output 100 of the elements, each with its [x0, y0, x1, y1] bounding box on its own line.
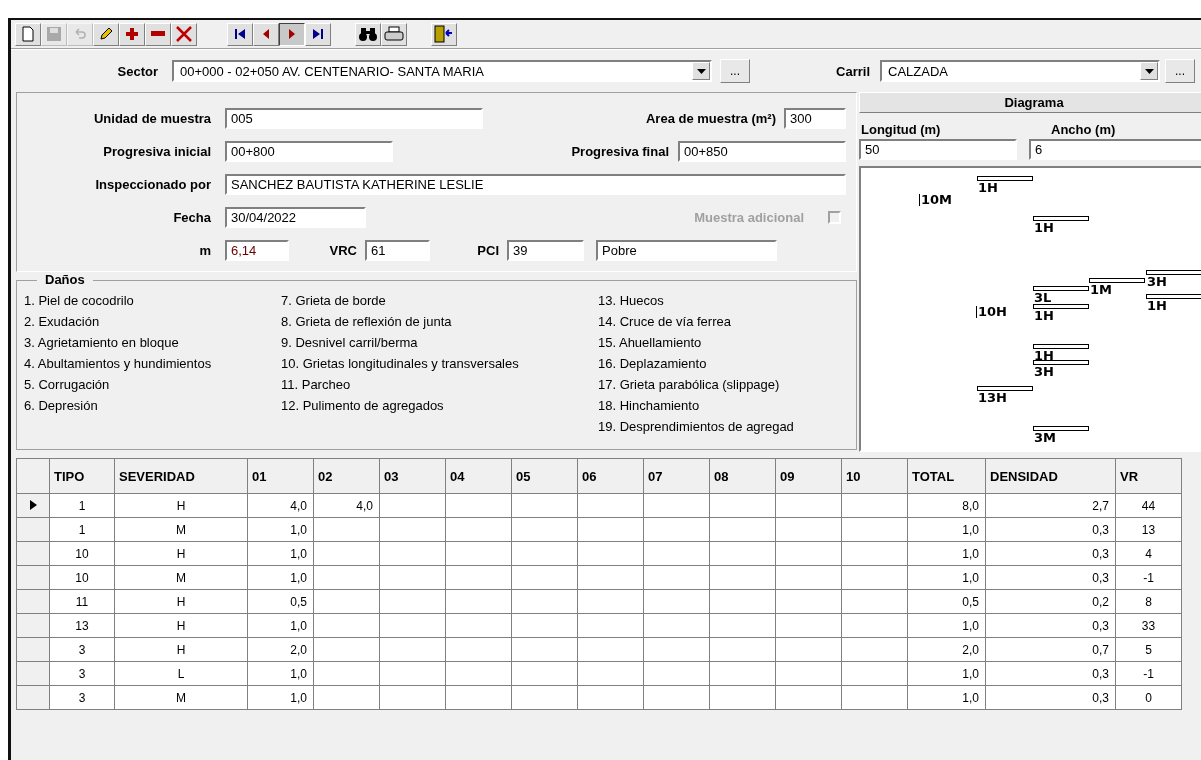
table-cell: [445, 613, 512, 638]
field-label: Area de muestra (m²): [644, 111, 776, 126]
input-field[interactable]: 50: [859, 139, 1017, 160]
carril-more-button[interactable]: ...: [1165, 59, 1195, 83]
input-field[interactable]: SANCHEZ BAUTISTA KATHERINE LESLIE: [225, 174, 846, 195]
first-button[interactable]: [227, 22, 253, 46]
table-cell: 11: [49, 589, 115, 614]
input-field[interactable]: 00+800: [225, 141, 393, 162]
column-header: VR: [1115, 458, 1182, 494]
dropdown-caret-icon: [1144, 68, 1154, 74]
table-cell: [379, 517, 446, 542]
table-cell: [577, 541, 644, 566]
table-cell: [709, 541, 776, 566]
condition-field[interactable]: Pobre: [596, 240, 777, 261]
dropdown-button[interactable]: [692, 62, 710, 80]
table-cell: [643, 637, 710, 662]
table-cell: 13: [1115, 517, 1182, 542]
table-cell: [841, 493, 908, 518]
table-cell: M: [114, 517, 248, 542]
table-cell: [775, 493, 842, 518]
damage-item: 18. Hinchamiento: [598, 397, 701, 415]
table-cell: [775, 637, 842, 662]
table-cell: 0,5: [907, 589, 986, 614]
undo-icon: [72, 26, 88, 42]
input-field[interactable]: 6: [1029, 139, 1201, 160]
exit-button[interactable]: [431, 22, 457, 46]
input-field[interactable]: 005: [225, 108, 483, 129]
table-cell: 4,0: [313, 493, 380, 518]
table-cell: [775, 685, 842, 710]
next-button[interactable]: [279, 22, 305, 46]
checkbox-label: Muestra adicional: [693, 210, 804, 225]
table-cell: 1,0: [247, 613, 314, 638]
table-cell: [841, 661, 908, 686]
damage-bar: [977, 176, 1033, 181]
table-cell: [511, 493, 578, 518]
table-cell: [511, 613, 578, 638]
table-cell: [577, 565, 644, 590]
table-cell: [511, 637, 578, 662]
last-button[interactable]: [305, 22, 331, 46]
table-cell: 13: [49, 613, 115, 638]
edit-button[interactable]: [93, 22, 119, 46]
table-cell: -1: [1115, 565, 1182, 590]
table-cell: [445, 493, 512, 518]
table-cell: [445, 661, 512, 686]
delete-button[interactable]: [171, 22, 197, 46]
field-label: Ancho (m): [1051, 122, 1116, 137]
damage-label: 1H: [1034, 350, 1054, 362]
table-cell: [643, 493, 710, 518]
table-cell: [313, 517, 380, 542]
damage-item: 7. Grieta de borde: [281, 292, 387, 310]
table-cell: [643, 517, 710, 542]
input-field[interactable]: 6,14: [225, 240, 289, 261]
table-cell: [313, 637, 380, 662]
new-button[interactable]: [15, 22, 41, 46]
table-cell: 0: [1115, 685, 1182, 710]
find-button[interactable]: [355, 22, 381, 46]
sector-more-button[interactable]: ...: [720, 59, 750, 83]
input-field[interactable]: 30/04/2022: [225, 207, 366, 228]
previous-button[interactable]: [253, 22, 279, 46]
field-label: VRC: [328, 243, 357, 258]
column-header: 01: [247, 458, 314, 494]
current-row-icon: [29, 500, 37, 510]
column-header: 09: [775, 458, 842, 494]
dropdown-button[interactable]: [1140, 62, 1158, 80]
field-label: Inspeccionado por: [94, 177, 211, 192]
table-cell: [379, 613, 446, 638]
table-cell: [709, 565, 776, 590]
column-header: 04: [445, 458, 512, 494]
input-field[interactable]: 61: [365, 240, 430, 261]
damage-label: 1H: [978, 182, 998, 194]
table-cell: L: [114, 661, 248, 686]
diagram-header: Diagrama: [859, 92, 1201, 113]
damage-bar: [1033, 216, 1089, 221]
table-cell: [841, 613, 908, 638]
table-cell: [577, 637, 644, 662]
table-cell: [775, 589, 842, 614]
add-button[interactable]: [119, 22, 145, 46]
table-cell: [709, 517, 776, 542]
table-cell: 44: [1115, 493, 1182, 518]
table-cell: 0,3: [985, 685, 1116, 710]
table-cell: [313, 685, 380, 710]
input-field[interactable]: 300: [784, 108, 846, 129]
input-field[interactable]: 00+850: [678, 141, 846, 162]
damage-bar: [1033, 426, 1089, 431]
damage-label: 13H: [978, 392, 1007, 404]
remove-button[interactable]: [145, 22, 171, 46]
table-cell: [577, 517, 644, 542]
column-header: 10: [841, 458, 908, 494]
sector-dropdown[interactable]: 00+000 - 02+050 AV. CENTENARIO- SANTA MARIA: [172, 60, 712, 82]
row-indicator[interactable]: [16, 493, 50, 518]
damage-item: 10. Grietas longitudinales y transversales: [281, 355, 520, 373]
table-cell: 0,3: [985, 565, 1116, 590]
table-cell: [379, 685, 446, 710]
carril-dropdown[interactable]: CALZADA: [880, 60, 1160, 82]
table-cell: 2,0: [247, 637, 314, 662]
input-field[interactable]: 39: [507, 240, 584, 261]
print-button[interactable]: [381, 22, 407, 46]
table-cell: [379, 493, 446, 518]
table-cell: [379, 541, 446, 566]
field-label: PCI: [476, 243, 499, 258]
